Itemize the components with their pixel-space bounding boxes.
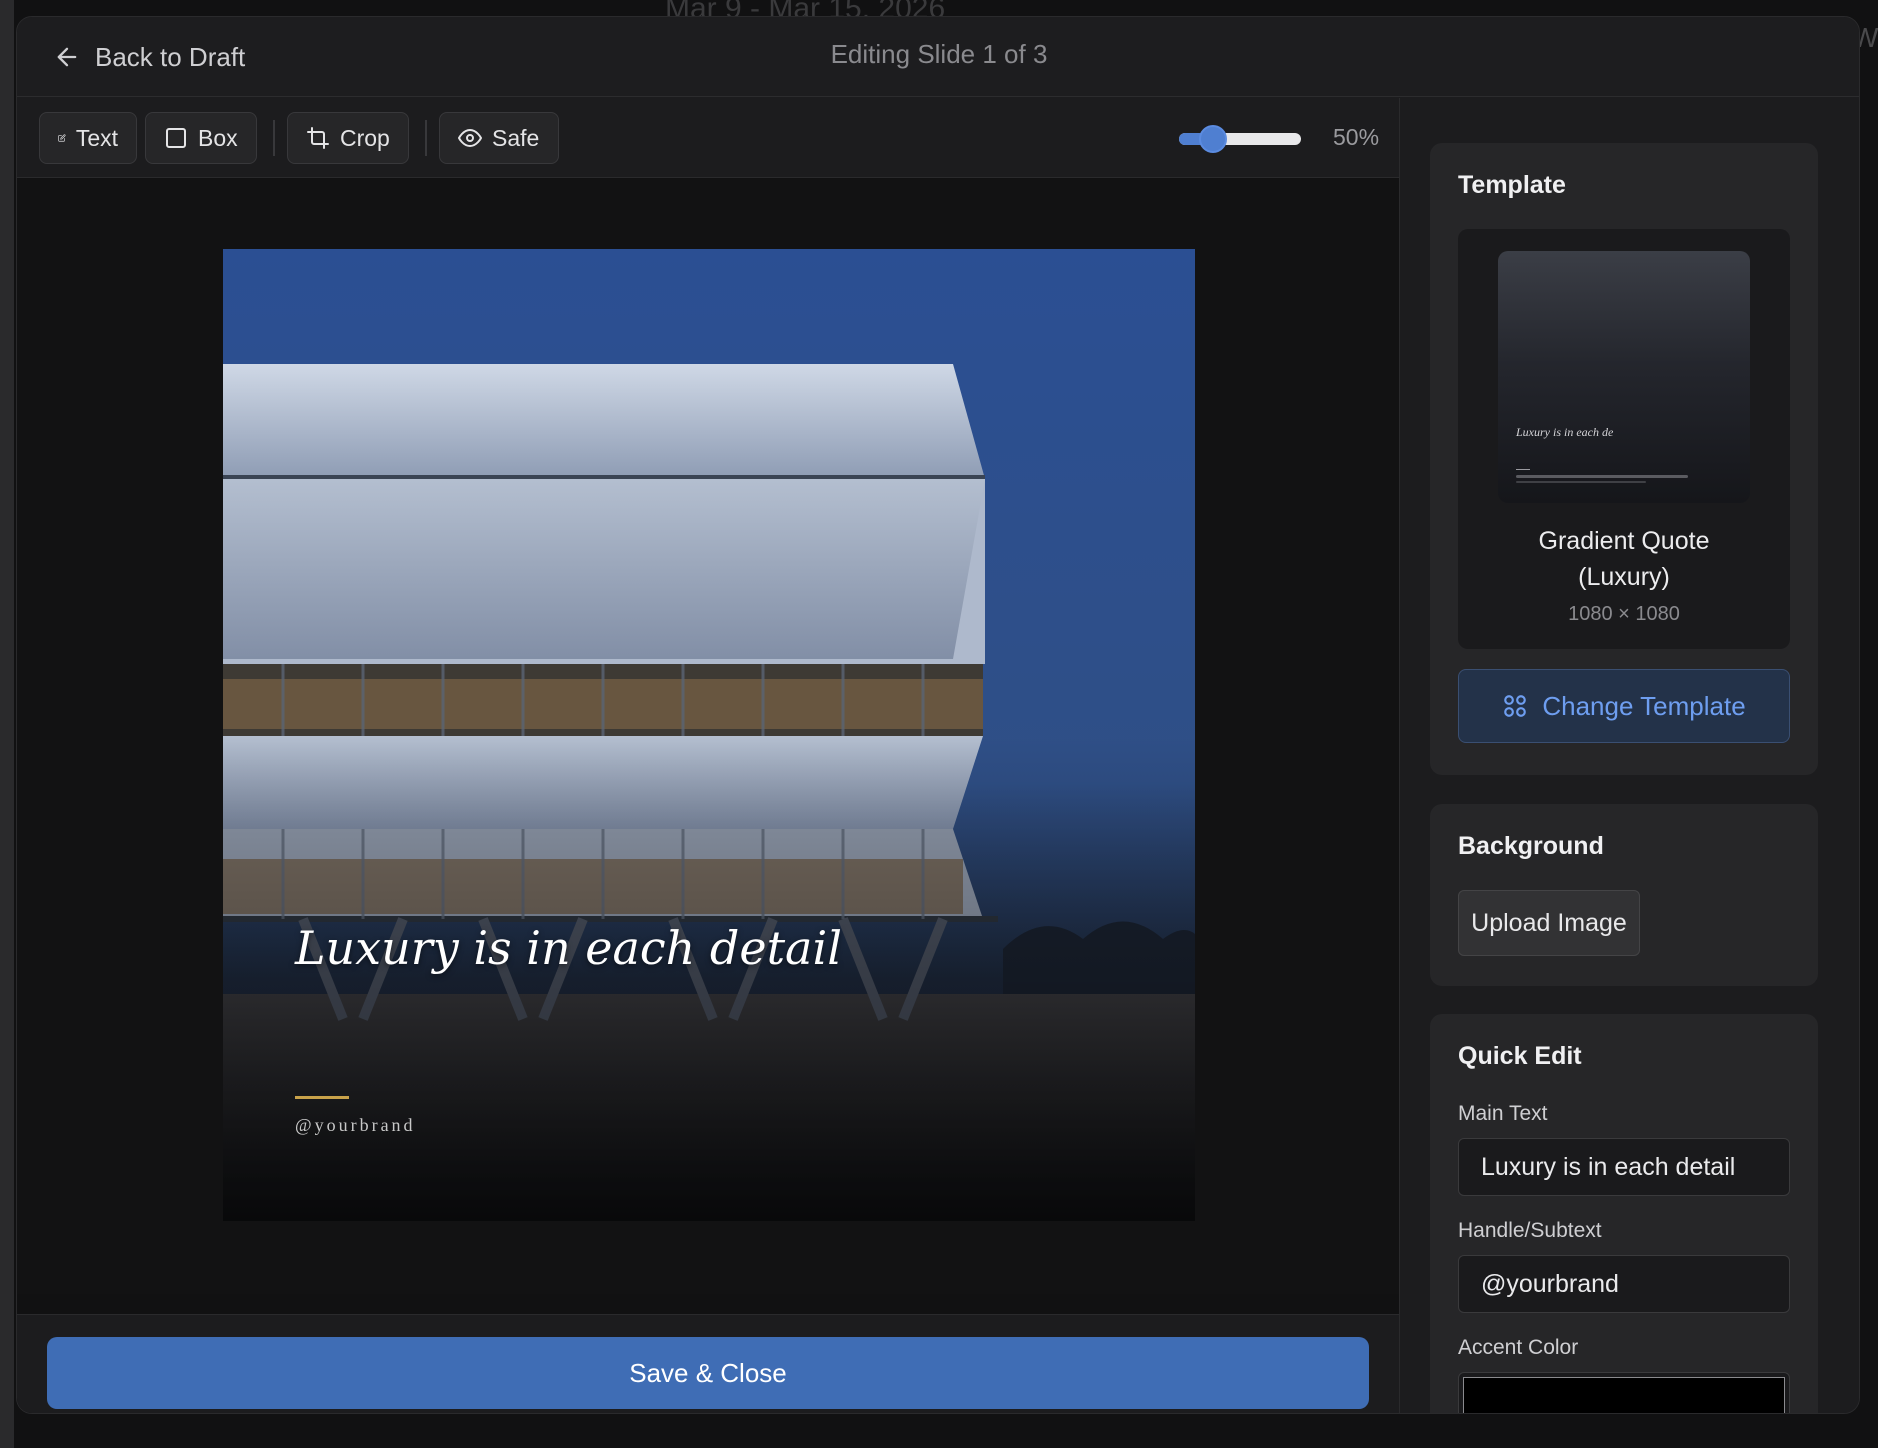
save-and-close-button[interactable]: Save & Close: [47, 1337, 1369, 1409]
background-sidebar-strip: [0, 0, 14, 1448]
slide-accent-line: [295, 1096, 349, 1099]
template-name-line2: (Luxury): [1578, 563, 1670, 591]
safe-zone-button[interactable]: Safe: [439, 112, 559, 164]
box-tool-button[interactable]: Box: [145, 112, 257, 164]
template-thumbnail-accent: [1516, 469, 1530, 470]
template-heading: Template: [1458, 171, 1566, 199]
handle-subtext-input[interactable]: [1458, 1255, 1790, 1313]
crop-icon: [307, 127, 329, 149]
crop-tool-button[interactable]: Crop: [287, 112, 409, 164]
accent-color-swatch: [1463, 1377, 1785, 1413]
eye-icon: [458, 129, 482, 147]
slide-canvas-area: Luxury is in each detail @yourbrand: [17, 179, 1399, 1294]
template-dimensions: 1080 × 1080: [1568, 603, 1680, 625]
background-heading: Background: [1458, 832, 1604, 860]
quick-edit-heading: Quick Edit: [1458, 1042, 1582, 1070]
background-photo: [223, 249, 1195, 1221]
toolbar-divider: [425, 120, 427, 156]
modal-title: Editing Slide 1 of 3: [830, 39, 1048, 69]
editor-toolbar: Text Box Crop Safe 50%: [17, 98, 1399, 178]
template-thumbnail: Luxury is in each de: [1498, 251, 1750, 503]
slide-preview[interactable]: Luxury is in each detail @yourbrand: [223, 249, 1195, 1221]
template-thumbnail-line: [1516, 481, 1646, 483]
accent-color-label: Accent Color: [1458, 1336, 1579, 1359]
handle-subtext-label: Handle/Subtext: [1458, 1219, 1602, 1242]
editor-panel: Text Box Crop Safe 50% Luxury is in each…: [17, 98, 1399, 1413]
edit-icon: [58, 134, 66, 142]
zoom-thumb[interactable]: [1199, 125, 1227, 153]
template-thumbnail-text: Luxury is in each de: [1516, 425, 1614, 439]
template-card: Template Luxury is in each de Gradient Q…: [1430, 143, 1818, 775]
modal-header: Back to Draft Editing Slide 1 of 3: [17, 17, 1859, 97]
zoom-level: 50%: [1333, 124, 1380, 150]
slide-handle-text[interactable]: @yourbrand: [295, 1115, 416, 1136]
settings-sidebar: Template Luxury is in each de Gradient Q…: [1399, 98, 1859, 1413]
text-tool-button[interactable]: Text: [39, 112, 137, 164]
template-thumbnail-line: [1516, 475, 1688, 478]
quick-edit-card: Quick Edit Main Text Handle/Subtext Acce…: [1430, 1014, 1818, 1413]
template-preview-card[interactable]: Luxury is in each de Gradient Quote (Lux…: [1458, 229, 1790, 649]
slide-quote-text[interactable]: Luxury is in each detail: [295, 921, 842, 975]
text-tool-label: Text: [75, 124, 118, 151]
main-text-input[interactable]: [1458, 1138, 1790, 1196]
upload-image-button[interactable]: Upload Image: [1458, 890, 1640, 956]
background-card: Background Upload Image: [1430, 804, 1818, 986]
accent-color-picker[interactable]: [1458, 1372, 1790, 1413]
change-template-label: Change Template: [1542, 690, 1746, 721]
main-text-label: Main Text: [1458, 1102, 1548, 1125]
change-template-button[interactable]: Change Template: [1458, 669, 1790, 743]
safe-zone-label: Safe: [492, 124, 540, 151]
toolbar-divider: [273, 120, 275, 156]
slide-editor-modal: Back to Draft Editing Slide 1 of 3 Text …: [16, 16, 1860, 1414]
zoom-slider[interactable]: [1161, 120, 1321, 156]
template-name: Gradient Quote (Luxury): [1458, 523, 1790, 595]
crop-tool-label: Crop: [340, 124, 390, 151]
square-icon: [166, 128, 186, 148]
editor-footer: Save & Close: [17, 1314, 1399, 1413]
box-tool-label: Box: [198, 124, 238, 151]
template-name-line1: Gradient Quote: [1538, 527, 1710, 555]
grid-icon: [1504, 695, 1527, 717]
